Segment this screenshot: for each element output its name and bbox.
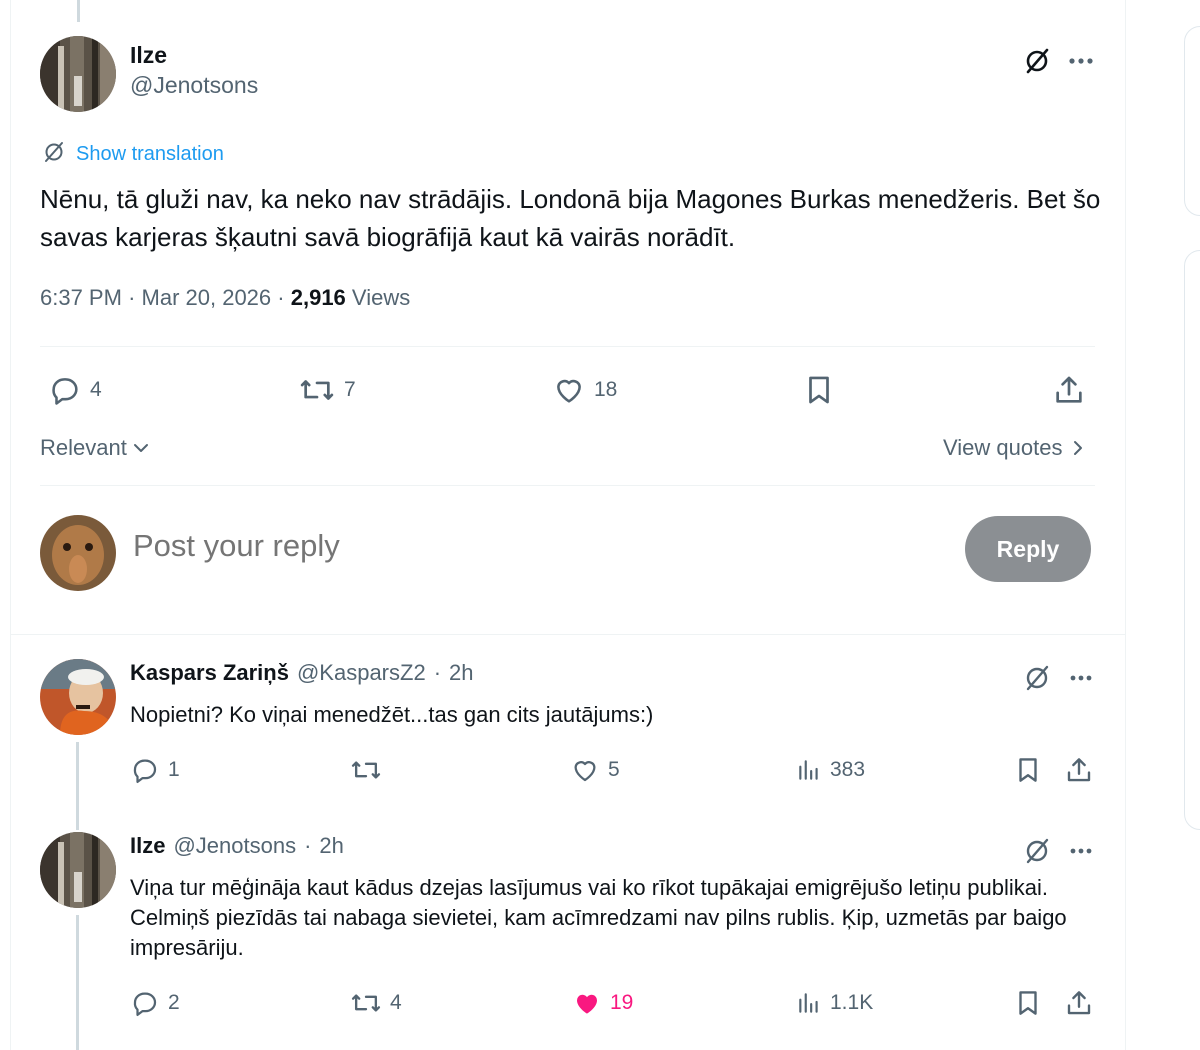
bookmark-action[interactable] <box>1013 988 1043 1018</box>
views-action[interactable]: 383 <box>796 755 865 785</box>
more-icon[interactable] <box>1064 44 1098 78</box>
more-icon[interactable] <box>1064 661 1098 695</box>
thread-connector-top <box>77 0 80 22</box>
share-icon <box>1056 376 1082 403</box>
avatar[interactable] <box>40 515 116 591</box>
sort-label: Relevant <box>40 435 127 460</box>
repost-action[interactable]: 4 <box>350 988 402 1018</box>
chevron-down-icon <box>133 444 148 452</box>
repost-icon <box>351 761 381 779</box>
view-quotes-link[interactable]: View quotes <box>943 435 1086 461</box>
reply-time[interactable]: 2h <box>319 833 343 859</box>
reply-count: 1 <box>168 758 180 781</box>
more-icon[interactable] <box>1064 834 1098 868</box>
chevron-right-icon <box>1074 441 1083 455</box>
views-count: 383 <box>830 758 866 781</box>
views-count: 2,916 <box>290 285 346 310</box>
sidebar-card <box>1184 26 1200 216</box>
reply-icon <box>133 759 157 783</box>
repost-action[interactable] <box>350 755 390 785</box>
reply-action[interactable]: 2 <box>130 988 180 1018</box>
share-action[interactable] <box>1064 755 1094 785</box>
reply-text: Viņa tur mēģināja kaut kādus dzejas lasī… <box>130 875 1067 960</box>
view-quotes-label: View quotes <box>943 435 1063 460</box>
views-count: 1.1K <box>830 991 874 1014</box>
repost-count: 7 <box>344 378 356 401</box>
grok-icon <box>42 140 66 169</box>
views-label: Views <box>351 285 411 310</box>
share-icon <box>1067 991 1091 1015</box>
grok-icon[interactable] <box>1020 44 1054 78</box>
heart-filled-icon <box>576 994 598 1014</box>
tweet-date[interactable]: Mar 20, 2026 <box>142 285 272 310</box>
bookmark-action[interactable] <box>1013 755 1043 785</box>
share-action[interactable] <box>1052 373 1086 407</box>
reply-header: Ilze @Jenotsons · 2h <box>130 833 344 859</box>
reply-count: 2 <box>168 991 180 1014</box>
reply-action[interactable]: 1 <box>130 755 180 785</box>
bookmark-action[interactable] <box>802 373 836 407</box>
bookmark-icon <box>1019 991 1037 1015</box>
grok-icon[interactable] <box>1020 661 1054 695</box>
meta-separator: · <box>304 833 312 858</box>
reply-input[interactable] <box>133 528 893 564</box>
reply-icon <box>52 378 78 405</box>
reply-icon <box>133 992 157 1016</box>
tweet-text: Nēnu, tā gluži nav, ka neko nav strādāji… <box>40 184 1101 252</box>
thread-connector <box>76 742 79 830</box>
meta-separator: · <box>433 660 442 685</box>
avatar[interactable] <box>40 659 116 735</box>
reply-author-name[interactable]: Ilze <box>130 833 165 859</box>
bookmark-icon <box>1019 758 1037 782</box>
grok-icon[interactable] <box>1020 834 1054 868</box>
divider <box>40 485 1095 486</box>
like-action[interactable]: 5 <box>570 755 620 785</box>
author-name[interactable]: Ilze <box>130 42 167 69</box>
like-action[interactable]: 18 <box>552 373 617 407</box>
reply-author-name[interactable]: Kaspars Zariņš <box>130 660 289 686</box>
like-count: 5 <box>608 758 620 781</box>
analytics-icon <box>799 760 818 780</box>
repost-icon <box>300 380 334 400</box>
reply-button[interactable]: Reply <box>965 516 1091 582</box>
meta-separator: · <box>277 285 285 310</box>
avatar[interactable] <box>40 832 116 908</box>
share-action[interactable] <box>1064 988 1094 1018</box>
repost-count: 4 <box>390 991 402 1014</box>
author-handle[interactable]: @Jenotsons <box>130 72 258 99</box>
avatar[interactable] <box>40 36 116 112</box>
divider <box>10 634 1126 635</box>
reply-action[interactable]: 4 <box>48 373 102 407</box>
tweet-time[interactable]: 6:37 PM <box>40 285 122 310</box>
like-action[interactable]: 19 <box>572 988 633 1018</box>
bookmark-icon <box>809 376 829 404</box>
repost-icon <box>351 994 381 1012</box>
reply-author-handle[interactable]: @KasparsZ2 <box>297 660 426 686</box>
heart-icon <box>574 761 596 782</box>
tweet-meta: 6:37 PM · Mar 20, 2026 · 2,916 Views <box>40 285 410 311</box>
divider <box>40 346 1095 347</box>
sidebar-card <box>1184 250 1200 830</box>
reply-time[interactable]: 2h <box>449 660 473 686</box>
heart-icon <box>557 379 581 403</box>
show-translation-link[interactable]: Show translation <box>42 140 224 169</box>
meta-separator: · <box>128 285 136 310</box>
reply-header: Kaspars Zariņš @KasparsZ2 · 2h <box>130 660 474 686</box>
repost-action[interactable]: 7 <box>298 373 356 407</box>
views-action[interactable]: 1.1K <box>796 988 873 1018</box>
sort-dropdown[interactable]: Relevant <box>40 435 151 461</box>
like-count: 19 <box>610 991 634 1014</box>
like-count: 18 <box>594 378 618 401</box>
show-translation-label: Show translation <box>76 143 224 165</box>
analytics-icon <box>799 993 818 1013</box>
reply-author-handle[interactable]: @Jenotsons <box>173 833 296 859</box>
reply-text: Nopietni? Ko viņai menedžēt...tas gan ci… <box>130 702 654 727</box>
reply-count: 4 <box>90 378 102 401</box>
thread-connector <box>76 915 79 1050</box>
share-icon <box>1067 758 1091 782</box>
